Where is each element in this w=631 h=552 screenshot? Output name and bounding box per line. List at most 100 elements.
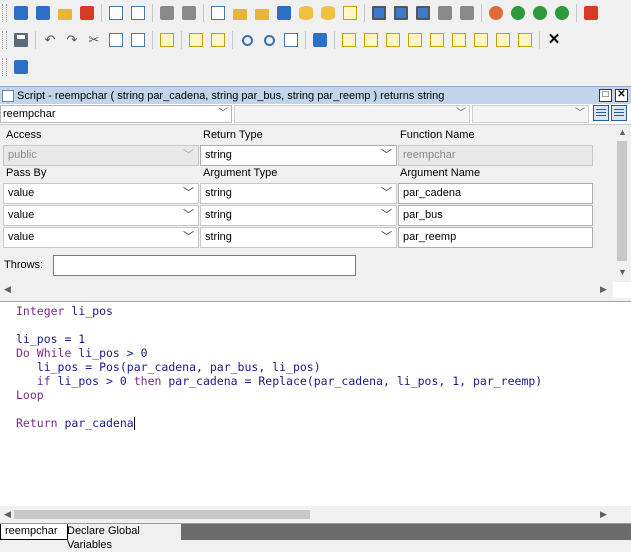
window-button[interactable] bbox=[369, 3, 389, 23]
script-toolbar: ↶ ↷ ✂ ✕ bbox=[0, 27, 631, 53]
text-caret bbox=[133, 417, 135, 430]
properties-horizontal-scrollbar[interactable]: ◀ ▶ bbox=[0, 282, 613, 298]
code-horizontal-scrollbar[interactable]: ◀ ▶ bbox=[0, 506, 631, 523]
argument-name-field[interactable]: par_reemp bbox=[398, 227, 593, 248]
chevron-down-icon: ﹀ bbox=[183, 149, 194, 161]
paste-object-button[interactable] bbox=[361, 30, 381, 50]
scroll-left-icon[interactable]: ◀ bbox=[4, 284, 11, 295]
scroll-right-icon[interactable]: ▶ bbox=[600, 284, 607, 295]
properties-vertical-scrollbar[interactable]: ▲ ▼ bbox=[613, 125, 631, 282]
return-type-select[interactable]: string ﹀ bbox=[200, 145, 397, 166]
toolbar-grip[interactable] bbox=[2, 58, 7, 76]
checkin-button[interactable] bbox=[157, 3, 177, 23]
close-window-button[interactable]: ✕ bbox=[615, 89, 628, 102]
scroll-right-icon[interactable]: ▶ bbox=[600, 509, 607, 520]
tab-declare-global-variables[interactable]: Declare Global Variables bbox=[63, 524, 189, 551]
pass-by-select[interactable]: value ﹀ bbox=[3, 227, 199, 248]
monitor-button[interactable] bbox=[391, 3, 411, 23]
paste-instance-button[interactable] bbox=[471, 30, 491, 50]
redo-button[interactable]: ↷ bbox=[62, 30, 82, 50]
deploy-button[interactable] bbox=[128, 3, 148, 23]
argument-type-select[interactable]: string ﹀ bbox=[200, 227, 397, 248]
function-name-field[interactable]: reempchar bbox=[398, 145, 593, 166]
library-button[interactable] bbox=[208, 3, 228, 23]
checkout-button[interactable] bbox=[179, 3, 199, 23]
inherit-button[interactable] bbox=[33, 3, 53, 23]
datawindow-object-button[interactable] bbox=[11, 57, 31, 77]
argument-name-field[interactable]: par_cadena bbox=[398, 183, 593, 204]
screen-button[interactable] bbox=[413, 3, 433, 23]
painter-button[interactable] bbox=[252, 3, 272, 23]
event-selector[interactable]: ﹀ bbox=[234, 105, 470, 123]
window-titlebar[interactable]: Script - reempchar ( string par_cadena, … bbox=[0, 86, 631, 104]
open-button[interactable] bbox=[55, 3, 75, 23]
select-all-icon bbox=[160, 33, 174, 47]
folder-icon bbox=[58, 8, 72, 20]
copy-button[interactable] bbox=[106, 30, 126, 50]
paste-argument-button[interactable] bbox=[427, 30, 447, 50]
paste-list-button[interactable] bbox=[515, 30, 535, 50]
edit-button[interactable] bbox=[340, 3, 360, 23]
save-button[interactable] bbox=[11, 30, 31, 50]
exit-button[interactable] bbox=[581, 3, 601, 23]
datawindow-button[interactable] bbox=[296, 3, 316, 23]
play-button[interactable] bbox=[530, 3, 550, 23]
toolbar-separator bbox=[101, 4, 102, 22]
browser-button[interactable] bbox=[230, 3, 250, 23]
argument-name-field[interactable]: par_bus bbox=[398, 205, 593, 226]
scroll-thumb[interactable] bbox=[14, 510, 310, 519]
select-all-button[interactable] bbox=[157, 30, 177, 50]
tab-reempchar[interactable]: reempchar bbox=[0, 524, 68, 540]
view-split-button[interactable] bbox=[593, 105, 609, 121]
paste-statement-button[interactable] bbox=[405, 30, 425, 50]
cut-button[interactable]: ✂ bbox=[84, 30, 104, 50]
window-title: Script - reempchar ( string par_cadena, … bbox=[17, 89, 445, 102]
paste-sql-button[interactable] bbox=[383, 30, 403, 50]
compile-icon bbox=[313, 33, 327, 47]
code-editor[interactable]: Integer li_pos li_pos = 1 Do While li_po… bbox=[0, 302, 631, 506]
access-select[interactable]: public ﹀ bbox=[3, 145, 199, 166]
build-button[interactable] bbox=[106, 3, 126, 23]
paste-button[interactable] bbox=[128, 30, 148, 50]
scroll-down-icon[interactable]: ▼ bbox=[618, 267, 627, 277]
find-next-button[interactable] bbox=[259, 30, 279, 50]
paste-global-button[interactable] bbox=[449, 30, 469, 50]
new-button[interactable] bbox=[11, 3, 31, 23]
close-button[interactable]: ✕ bbox=[544, 30, 564, 50]
redo-icon: ↷ bbox=[66, 32, 78, 47]
step-button[interactable] bbox=[552, 3, 572, 23]
close-screen-button[interactable] bbox=[457, 3, 477, 23]
comment-button[interactable] bbox=[186, 30, 206, 50]
argument-type-select[interactable]: string ﹀ bbox=[200, 183, 397, 204]
replace-button[interactable] bbox=[281, 30, 301, 50]
pass-by-select[interactable]: value ﹀ bbox=[3, 205, 199, 226]
debug-button[interactable] bbox=[486, 3, 506, 23]
paste-package-button[interactable] bbox=[493, 30, 513, 50]
function-selector[interactable]: reempchar ﹀ bbox=[0, 105, 232, 123]
toolbar-grip[interactable] bbox=[2, 4, 7, 22]
object-selector[interactable]: ﹀ bbox=[472, 105, 589, 123]
database-button[interactable] bbox=[318, 3, 338, 23]
argument-type-select[interactable]: string ﹀ bbox=[200, 205, 397, 226]
undo-button[interactable]: ↶ bbox=[40, 30, 60, 50]
uncomment-button[interactable] bbox=[208, 30, 228, 50]
scroll-thumb[interactable] bbox=[617, 141, 627, 261]
scroll-left-icon[interactable]: ◀ bbox=[4, 509, 11, 520]
play-icon bbox=[533, 6, 547, 20]
run-button[interactable] bbox=[77, 3, 97, 23]
restore-button[interactable]: □ bbox=[599, 89, 612, 102]
paste-function-button[interactable] bbox=[339, 30, 359, 50]
exit-screen-button[interactable] bbox=[435, 3, 455, 23]
toolbar-separator bbox=[152, 4, 153, 22]
view-list-button[interactable] bbox=[611, 105, 627, 121]
pass-by-select[interactable]: value ﹀ bbox=[3, 183, 199, 204]
scroll-up-icon[interactable]: ▲ bbox=[618, 127, 627, 137]
find-button[interactable] bbox=[237, 30, 257, 50]
compile-button[interactable] bbox=[310, 30, 330, 50]
deploy-icon bbox=[131, 6, 145, 20]
chevron-down-icon: ﹀ bbox=[183, 209, 194, 221]
chart-button[interactable] bbox=[274, 3, 294, 23]
select-button[interactable] bbox=[508, 3, 528, 23]
throws-field[interactable] bbox=[53, 255, 356, 276]
toolbar-grip[interactable] bbox=[2, 31, 7, 49]
